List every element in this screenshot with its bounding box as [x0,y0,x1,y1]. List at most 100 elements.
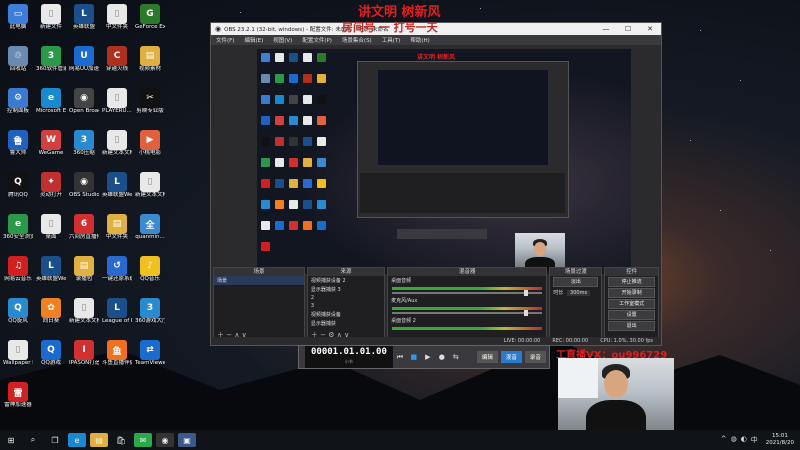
desktop-icon[interactable]: ♲ 回收站 [3,46,33,73]
start-recording-button[interactable]: 开始录制 [608,288,655,298]
source-item[interactable]: 2 [308,294,384,302]
maximize-button[interactable]: ☐ [617,25,639,33]
source-item[interactable]: 视频捕获设备 2 [308,276,384,285]
desktop-icon[interactable]: ▯Wallpaper Engine [3,340,33,367]
menu-tools[interactable]: 工具(T) [377,36,406,44]
source-item[interactable]: 视频捕获设备 [308,310,384,319]
mix-button[interactable]: 混音 [500,351,522,363]
desktop-icon-label: 小桃电影 [138,150,161,156]
desktop-icon[interactable]: Q 腾讯QQ [3,172,33,199]
minimize-button[interactable]: — [595,25,617,33]
desktop-icon[interactable]: 鱼斗鱼直播伴侣 [102,340,132,367]
desktop-icon[interactable]: ▯ 新建文本文档 [102,130,132,157]
desktop-icon[interactable]: 全 quanmin... [135,214,165,241]
stop-icon[interactable]: ■ [409,352,419,362]
volume-slider[interactable] [392,290,543,296]
desktop-icon[interactable]: IIPASON打造软件 [69,340,99,367]
desktop-icon[interactable]: ⇄ TeamViewer [135,340,165,367]
desktop-icon[interactable]: GGeForce Experience [135,4,165,31]
up-arrow-icon[interactable]: ^ [721,435,727,445]
studio-mode-button[interactable]: 工作室模式 [608,299,655,309]
close-button[interactable]: ✕ [639,25,661,33]
desktop-icon[interactable]: ▯PLAYERU... BATTLEGR... [102,88,132,115]
app-icon[interactable]: ▣ [178,433,196,447]
desktop-icon[interactable]: ◉ OBS Studio [69,172,99,199]
menu-edit[interactable]: 编辑(E) [239,36,268,44]
desktop-icon[interactable]: ↺ 一键还原系统 [102,256,132,283]
desktop-icon[interactable]: ▯ 新建文件 [36,4,66,31]
desktop-icon[interactable]: L英雄联盟WeGame版 [36,256,66,283]
record-icon[interactable]: ● [437,352,447,362]
source-item[interactable]: 显示器捕获 [308,319,384,328]
clock[interactable]: 15:01 2021/8/20 [766,433,794,447]
desktop-icon[interactable]: e360安全浏览器 [3,214,33,241]
menu-scene-collection[interactable]: 场景集合(S) [337,36,377,44]
desktop-icon[interactable]: ♪ QQ音乐 [135,256,165,283]
desktop-icon[interactable]: Q QQ游戏 [36,340,66,367]
desktop-icon[interactable]: ▤ 视频素材 [135,46,165,73]
desktop-icon[interactable]: ▤ 录播包 [69,256,99,283]
desktop-icon[interactable]: ✿ 向日葵 [36,298,66,325]
desktop-icon[interactable]: ⚙ 控制面板 [3,88,33,115]
desktop-icon[interactable]: 3 360游戏大厅 [135,298,165,325]
wechat-icon[interactable]: ✉ [134,433,152,447]
desktop-icon[interactable]: ◉Open Broadcast... [69,88,99,115]
record-button[interactable]: 录音 [524,351,546,363]
task-view-icon[interactable]: ❐ [46,433,64,447]
rewind-icon[interactable]: ⏮ [395,352,405,362]
play-icon[interactable]: ▶ [423,352,433,362]
menu-profile[interactable]: 配置文件(P) [297,36,337,44]
desktop-icon[interactable]: ▤ 中文件夹 [102,214,132,241]
cam-window [558,358,598,398]
stop-streaming-button[interactable]: 停止推流 [608,277,655,287]
desktop-icon[interactable]: 6六间房直播伴侣 [69,214,99,241]
edge-icon[interactable]: e [68,433,86,447]
menu-view[interactable]: 视图(V) [268,36,297,44]
desktop-icon[interactable]: ▶ 小桃电影 [135,130,165,157]
input-method-icon[interactable]: 中 [751,435,758,445]
desktop-icon[interactable]: eMicrosoft Edge [36,88,66,115]
timecode-value: 00001.01.01.00 [311,347,387,357]
obs-icon[interactable]: ◉ [156,433,174,447]
desktop-icon[interactable]: 鲁鲁大师 [3,130,33,157]
desktop-icon[interactable]: Q QQ旋风 [3,298,33,325]
scene-item[interactable]: 场景 [214,276,304,285]
desktop-icon[interactable]: L 英雄联盟 [69,4,99,31]
explorer-icon[interactable]: ▤ [90,433,108,447]
network-icon[interactable]: ◍ [731,435,737,445]
obs-preview[interactable]: 讲文明 树新风 [257,49,631,274]
desktop-icon[interactable]: C 穿越火线 [102,46,132,73]
menu-help[interactable]: 帮助(H) [405,36,434,44]
desktop-icon[interactable]: ▯ 中文件夹 [102,4,132,31]
desktop-icon[interactable]: LLeague of Legends [102,298,132,325]
desktop-icon[interactable]: ▭ 此电脑 [3,4,33,31]
menu-file[interactable]: 文件(F) [211,36,239,44]
desktop-icon[interactable]: ♫ 网易云音乐 [3,256,33,283]
duration-label: 时长 [553,290,564,296]
volume-slider[interactable] [392,310,543,316]
desktop-icon[interactable]: 3 360压缩 [69,130,99,157]
desktop-icon[interactable]: L英雄联盟WeGame版 [102,172,132,199]
desktop-icon[interactable]: ▯ 桌面 [36,214,66,241]
desktop-icon[interactable]: U网易UU加速器 [69,46,99,73]
source-item[interactable]: 3 [308,302,384,310]
desktop-icon[interactable]: ✂ 剪映专业版 [135,88,165,115]
source-item[interactable]: 显示器捕获 3 [308,285,384,294]
desktop-icon[interactable]: ✦ 灵动打开 [36,172,66,199]
store-icon[interactable]: 🛍 [112,433,130,447]
transition-select[interactable]: 淡出 [553,277,599,287]
desktop-icon[interactable]: 雷雷神加速器 [3,382,33,409]
edit-button[interactable]: 编辑 [476,351,498,363]
desktop-icon[interactable]: ▯新建文本文档(3) [69,298,99,325]
start-icon[interactable]: ⊞ [2,433,20,447]
desktop-icon[interactable]: ▯新建文本文档(2) [135,172,165,199]
desktop-icon[interactable]: 3 360软件管家 [36,46,66,73]
search-icon[interactable]: ⌕ [24,433,42,447]
exit-button[interactable]: 退出 [608,321,655,331]
duration-input[interactable]: 300ms [567,290,591,296]
settings-button[interactable]: 设置 [608,310,655,320]
desktop-icon-label: quanmin... [135,234,165,240]
volume-icon[interactable]: ◐ [741,435,747,445]
loop-icon[interactable]: ⇆ [451,352,461,362]
desktop-icon[interactable]: W WeGame [36,130,66,157]
